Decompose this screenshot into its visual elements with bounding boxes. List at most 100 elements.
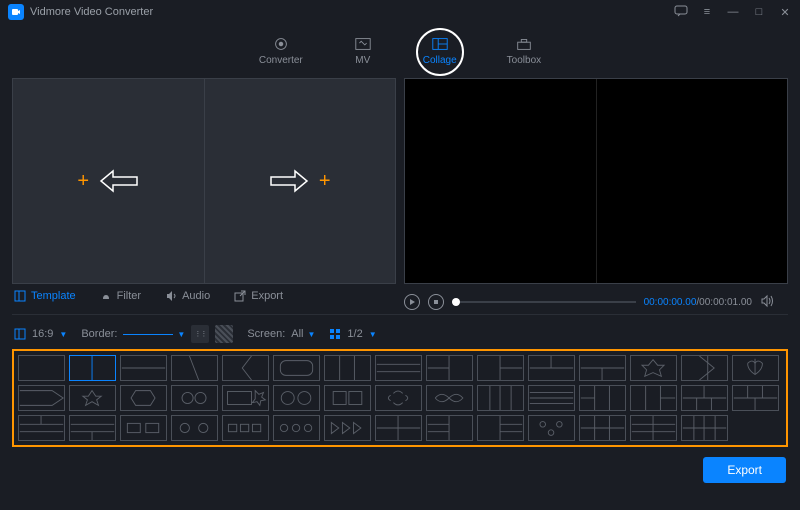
export-button[interactable]: Export: [703, 457, 786, 483]
feedback-icon[interactable]: [674, 5, 688, 20]
page-control: 1/2 ▼: [329, 328, 376, 340]
filter-icon: [100, 290, 112, 302]
template-row: [18, 415, 782, 441]
menu-icon[interactable]: ≡: [700, 6, 714, 18]
template-item[interactable]: [120, 385, 167, 411]
tab-toolbox-label: Toolbox: [507, 55, 541, 66]
template-item[interactable]: [732, 385, 779, 411]
template-item[interactable]: [171, 385, 218, 411]
template-item[interactable]: [18, 415, 65, 441]
border-texture-button[interactable]: [215, 325, 233, 343]
options-bar: 16:9 ▼ Border: ▼ Screen: All ▼ 1/2 ▼: [0, 321, 800, 347]
template-row: [18, 385, 782, 411]
template-item[interactable]: [630, 415, 677, 441]
workspace: + +: [0, 74, 800, 284]
template-item[interactable]: [324, 355, 371, 381]
template-item[interactable]: [171, 355, 218, 381]
subtab-template-label: Template: [31, 290, 76, 302]
template-item[interactable]: [69, 385, 116, 411]
template-row: [18, 355, 782, 381]
app-title: Vidmore Video Converter: [30, 6, 674, 18]
template-item[interactable]: [426, 415, 473, 441]
template-item[interactable]: [528, 355, 575, 381]
canvas-slot-left[interactable]: +: [13, 79, 205, 283]
template-item[interactable]: [579, 355, 626, 381]
caret-icon[interactable]: ▼: [369, 330, 377, 339]
template-item[interactable]: [477, 415, 524, 441]
template-icon: [14, 290, 26, 302]
template-item[interactable]: [273, 385, 320, 411]
template-item[interactable]: [426, 385, 473, 411]
titlebar: Vidmore Video Converter ≡ — □ ✕: [0, 0, 800, 24]
converter-icon: [271, 36, 291, 52]
tab-mv[interactable]: MV: [353, 36, 373, 66]
template-item[interactable]: [375, 355, 422, 381]
template-item[interactable]: [273, 415, 320, 441]
mv-icon: [353, 36, 373, 52]
player-controls: 00:00:00.00/00:00:01.00: [400, 290, 788, 314]
template-item[interactable]: [630, 355, 677, 381]
subtab-filter[interactable]: Filter: [100, 290, 141, 302]
maximize-icon[interactable]: □: [752, 6, 766, 18]
template-item[interactable]: [681, 385, 728, 411]
caret-icon: ▼: [177, 330, 185, 339]
subtab-export[interactable]: Export: [234, 290, 283, 302]
border-preview: [123, 334, 173, 335]
canvas-slot-right[interactable]: +: [205, 79, 396, 283]
template-item[interactable]: [69, 415, 116, 441]
aspect-ratio-selector[interactable]: 16:9 ▼: [14, 328, 67, 340]
template-item[interactable]: [528, 385, 575, 411]
border-pattern-button[interactable]: [191, 325, 209, 343]
close-icon[interactable]: ✕: [778, 6, 792, 19]
subtab-audio[interactable]: Audio: [165, 290, 210, 302]
volume-icon[interactable]: [760, 294, 774, 311]
footer: Export: [0, 449, 800, 483]
template-item[interactable]: [630, 385, 677, 411]
template-item[interactable]: [222, 415, 269, 441]
audio-icon: [165, 290, 177, 302]
template-item[interactable]: [120, 415, 167, 441]
progress-bar[interactable]: [452, 301, 636, 303]
template-item[interactable]: [171, 415, 218, 441]
window-controls: ≡ — □ ✕: [674, 5, 792, 20]
subtab-template[interactable]: Template: [14, 290, 76, 302]
tab-collage[interactable]: Collage: [423, 36, 457, 66]
stop-button[interactable]: [428, 294, 444, 310]
arrow-left-icon: [99, 169, 139, 193]
template-item[interactable]: [579, 385, 626, 411]
template-item[interactable]: [222, 385, 269, 411]
template-item[interactable]: [426, 355, 473, 381]
template-item[interactable]: [477, 385, 524, 411]
template-item[interactable]: [324, 385, 371, 411]
template-item[interactable]: [273, 355, 320, 381]
caret-icon: ▼: [308, 330, 316, 339]
subtab-audio-label: Audio: [182, 290, 210, 302]
aspect-value: 16:9: [32, 328, 53, 340]
template-item[interactable]: [222, 355, 269, 381]
template-item[interactable]: [681, 415, 728, 441]
template-item[interactable]: [477, 355, 524, 381]
minimize-icon[interactable]: —: [726, 6, 740, 18]
templates-grid: [12, 349, 788, 447]
template-item[interactable]: [732, 355, 779, 381]
template-item[interactable]: [681, 355, 728, 381]
progress-handle[interactable]: [452, 298, 460, 306]
template-item[interactable]: [324, 415, 371, 441]
template-item[interactable]: [375, 385, 422, 411]
template-item[interactable]: [375, 415, 422, 441]
template-item[interactable]: [18, 385, 65, 411]
template-item[interactable]: [528, 415, 575, 441]
template-item[interactable]: [120, 355, 167, 381]
tab-toolbox[interactable]: Toolbox: [507, 36, 541, 66]
time-total: /00:00:01.00: [696, 297, 752, 308]
template-item[interactable]: [18, 355, 65, 381]
template-item[interactable]: [69, 355, 116, 381]
template-item[interactable]: [579, 415, 626, 441]
preview-slot-right: [597, 79, 788, 283]
play-button[interactable]: [404, 294, 420, 310]
border-style-dropdown[interactable]: ▼: [123, 330, 185, 339]
time-current: 00:00:00.00: [644, 297, 697, 308]
screen-control: Screen: All ▼: [247, 328, 315, 340]
screen-dropdown[interactable]: All ▼: [291, 328, 315, 340]
tab-converter[interactable]: Converter: [259, 36, 303, 66]
